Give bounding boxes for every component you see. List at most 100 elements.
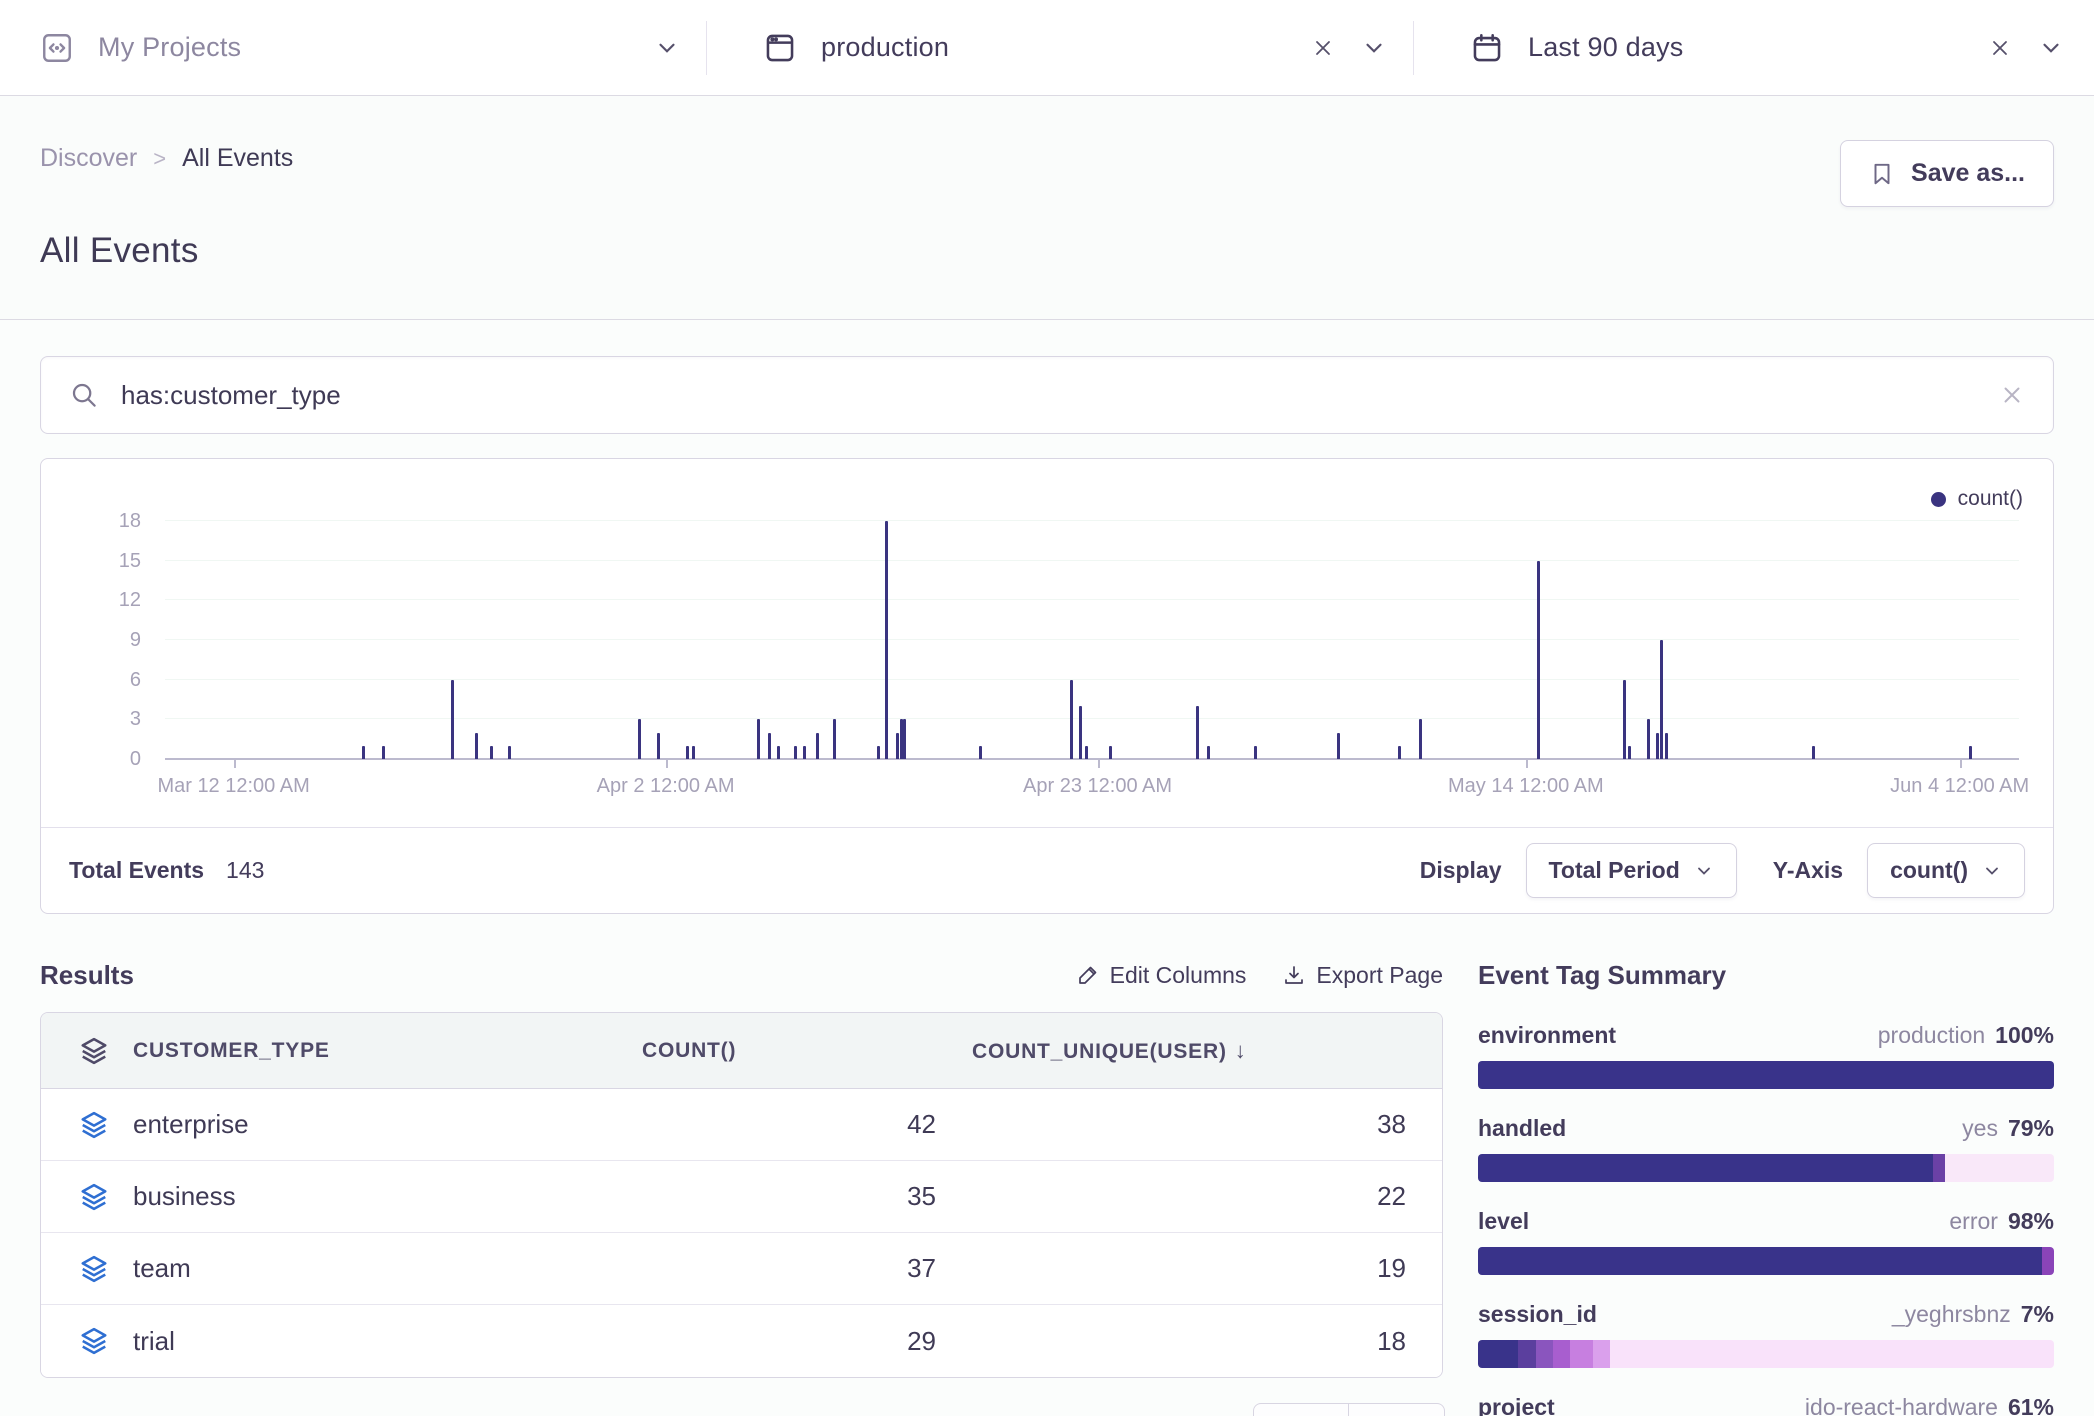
tag-bar-segment[interactable] [1945,1154,2054,1182]
chart-bar[interactable] [692,746,695,759]
tag-bar-segment[interactable] [1478,1154,1933,1182]
clear-environment-icon[interactable] [1311,36,1335,60]
tag-bar-segment[interactable] [1610,1340,2054,1368]
row-layers-icon-cell[interactable] [41,1161,133,1233]
row-layers-icon-cell[interactable] [41,1233,133,1305]
chart-bar[interactable] [638,719,641,759]
clear-search-icon[interactable] [1999,382,2025,408]
chart-bar[interactable] [768,733,771,759]
table-row: trial2918 [41,1305,1442,1377]
count-link[interactable]: 29 [642,1305,972,1377]
chart-bar[interactable] [877,746,880,759]
chart-bar[interactable] [885,521,888,759]
chart-bar[interactable] [686,746,689,759]
environment-selector[interactable]: production [707,0,1413,95]
count-link[interactable]: 35 [642,1161,972,1233]
count-link[interactable]: 42 [642,1089,972,1161]
chart-bar[interactable] [803,746,806,759]
tag-bar-segment[interactable] [1478,1061,2054,1089]
column-header-count[interactable]: COUNT() [642,1013,972,1089]
tag-name[interactable]: level [1478,1208,1529,1235]
tag-distribution-bar[interactable] [1478,1061,2054,1089]
chart-bar[interactable] [896,733,899,759]
chart-bar[interactable] [979,746,982,759]
chart-bar[interactable] [490,746,493,759]
yaxis-dropdown[interactable]: count() [1867,843,2025,898]
chart-bar[interactable] [1812,746,1815,759]
chart-bar[interactable] [508,746,511,759]
column-header-customer_type[interactable]: CUSTOMER_TYPE [133,1013,642,1089]
chart-bar[interactable] [475,733,478,759]
count-link[interactable]: 37 [642,1233,972,1305]
chevron-down-icon[interactable] [654,35,680,61]
chart-plot[interactable]: 0369121518Mar 12 12:00 AMApr 2 12:00 AMA… [165,487,2019,759]
chart-bar[interactable] [1537,561,1540,759]
chart-bar[interactable] [657,733,660,759]
tag-bar-segment[interactable] [2042,1247,2054,1275]
chevron-down-icon[interactable] [2038,35,2064,61]
chevron-down-icon[interactable] [1361,35,1387,61]
chart-bar[interactable] [833,719,836,759]
search-bar[interactable] [40,356,2054,434]
tag-distribution-bar[interactable] [1478,1154,2054,1182]
column-header-count_uniqueuser[interactable]: COUNT_UNIQUE(USER)↓ [972,1013,1442,1089]
chart-bar[interactable] [1207,746,1210,759]
tag-name[interactable]: session_id [1478,1301,1597,1328]
display-dropdown[interactable]: Total Period [1526,843,1737,898]
tag-name[interactable]: project [1478,1394,1555,1416]
chart-bar[interactable] [1079,706,1082,759]
count-unique-user-link[interactable]: 19 [972,1233,1442,1305]
breadcrumb-discover[interactable]: Discover [40,144,137,173]
chart-bar[interactable] [757,719,760,759]
chart-bar[interactable] [1398,746,1401,759]
chart-bar[interactable] [1419,719,1422,759]
count-unique-user-link[interactable]: 38 [972,1089,1442,1161]
chart-bar[interactable] [382,746,385,759]
tag-bar-segment[interactable] [1478,1247,2042,1275]
chart-bar[interactable] [362,746,365,759]
date-range-selector[interactable]: Last 90 days [1414,0,2094,95]
tag-bar-segment[interactable] [1478,1340,1518,1368]
chart-bar[interactable] [794,746,797,759]
tag-bar-segment[interactable] [1570,1340,1593,1368]
chart-bar[interactable] [451,680,454,759]
chart-bar[interactable] [1196,706,1199,759]
chart-bar[interactable] [1337,733,1340,759]
project-selector[interactable]: My Projects [0,0,706,95]
tag-bar-segment[interactable] [1593,1340,1610,1368]
chart-bar[interactable] [1623,680,1626,759]
row-layers-icon-cell[interactable] [41,1305,133,1377]
chart-bar[interactable] [900,719,903,759]
pagination-prev-button[interactable] [1253,1403,1349,1416]
save-as-button[interactable]: Save as... [1840,140,2054,207]
tag-distribution-bar[interactable] [1478,1340,2054,1368]
clear-daterange-icon[interactable] [1988,36,2012,60]
search-input[interactable] [121,380,1977,411]
tag-name[interactable]: handled [1478,1115,1566,1142]
chart-bar[interactable] [1665,733,1668,759]
tag-bar-segment[interactable] [1518,1340,1535,1368]
chart-bar[interactable] [1969,746,1972,759]
chart-bar[interactable] [1628,746,1631,759]
chart-bar[interactable] [1647,719,1650,759]
count-unique-user-link[interactable]: 18 [972,1305,1442,1377]
tag-bar-segment[interactable] [1536,1340,1553,1368]
chart-bar[interactable] [816,733,819,759]
pagination-next-button[interactable] [1349,1403,1445,1416]
tag-bar-segment[interactable] [1933,1154,1945,1182]
chart-bar[interactable] [1085,746,1088,759]
chart-bar[interactable] [1660,640,1663,759]
count-unique-user-link[interactable]: 22 [972,1161,1442,1233]
tag-distribution-bar[interactable] [1478,1247,2054,1275]
tag-name[interactable]: environment [1478,1022,1616,1049]
chart-bar[interactable] [1109,746,1112,759]
chart-bar[interactable] [1254,746,1257,759]
chart-bar[interactable] [1070,680,1073,759]
edit-columns-button[interactable]: Edit Columns [1076,962,1247,989]
row-layers-icon-cell[interactable] [41,1089,133,1161]
tag-bar-segment[interactable] [1553,1340,1570,1368]
chart-bar[interactable] [777,746,780,759]
export-page-button[interactable]: Export Page [1282,962,1443,989]
chart-bar[interactable] [903,719,906,759]
chart-bar[interactable] [1656,733,1659,759]
